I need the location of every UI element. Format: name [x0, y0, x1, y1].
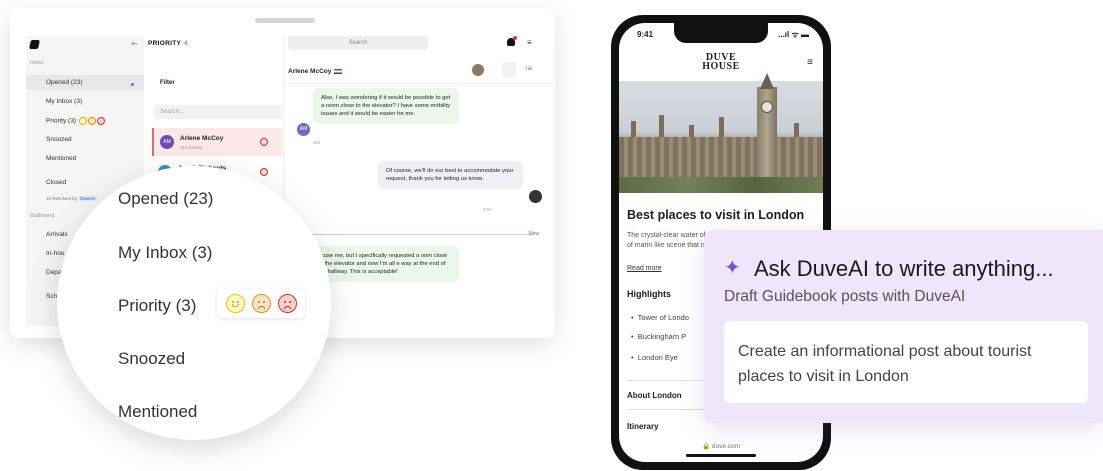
avatar: AM	[297, 123, 310, 136]
sidebar-item-my-inbox[interactable]: My Inbox (3)	[118, 243, 212, 263]
duveai-badge: DuveAI	[78, 196, 98, 201]
angry-face-icon	[96, 117, 105, 125]
angry-face-icon	[260, 168, 268, 176]
ai-card-subtitle: Draft Guidebook posts with DuveAI	[724, 288, 966, 305]
list-item: • Buckingham P	[631, 332, 687, 341]
sidebar-item-priority[interactable]: Priority (3)	[118, 296, 196, 316]
new-label: New	[529, 231, 540, 237]
message-bubble-host: Of course, we'll do our best to accommod…	[378, 161, 523, 189]
new-messages-divider	[310, 234, 532, 235]
list-search-input[interactable]: Search...	[154, 105, 282, 119]
unread-dot	[131, 83, 134, 86]
ai-card-title: Ask DuveAI to write anything...	[754, 256, 1054, 281]
sidebar-item-opened[interactable]: Opened (23)	[118, 189, 213, 209]
photo-spire	[659, 115, 664, 137]
sparkles-icon: ✦	[724, 257, 741, 279]
filter-button[interactable]: Filter	[160, 80, 175, 86]
home-indicator	[686, 454, 756, 457]
conversation-name: Arlene McCoy	[180, 135, 224, 142]
conversation-meta: 214 Deluxe	[180, 145, 203, 150]
photo-tower-top	[760, 73, 774, 89]
list-item: • London Eye	[631, 353, 678, 362]
avatar: AM	[160, 135, 174, 149]
agent-avatar[interactable]	[472, 64, 484, 76]
collapse-sidebar-icon[interactable]: ⇤	[131, 39, 138, 48]
angry-face-icon	[278, 294, 297, 313]
london-photo	[619, 73, 823, 193]
message-time: 47m	[483, 207, 492, 212]
photo-clock-face	[761, 101, 773, 113]
chat-contact-name: Arlene McCoy	[288, 68, 343, 75]
top-search-input[interactable]: Search	[288, 36, 428, 50]
photo-spire	[631, 121, 636, 137]
read-more-link[interactable]: Read more	[627, 265, 662, 272]
sidebar-item-priority[interactable]: Priority (3)	[46, 117, 105, 125]
photo-spire	[719, 117, 724, 137]
neutral-face-icon	[87, 117, 96, 125]
sad-face-icon	[252, 294, 271, 313]
status-icons: ...ıl ᯤ ▬	[778, 30, 809, 39]
sidebar-active-bg	[26, 75, 144, 90]
article-title: Best places to visit in London	[627, 208, 805, 222]
happy-face-icon	[78, 117, 87, 125]
sidebar-item-in-house[interactable]: In-hou	[46, 250, 64, 257]
angry-face-icon	[260, 138, 268, 146]
photo-spire	[689, 125, 694, 137]
itinerary-link[interactable]: Itinerary	[627, 422, 659, 431]
sidebar-item-opened[interactable]: Opened (23)	[46, 79, 83, 86]
status-time: 9:41	[637, 30, 654, 39]
closed-subtext: 12 Resolved by DuveAI	[46, 196, 98, 201]
url-bar[interactable]: 🔒 duve.com	[619, 442, 823, 450]
sidebar-item-scheduled[interactable]: Sch	[46, 293, 57, 300]
divider	[284, 83, 555, 84]
menu-icon[interactable]: ≡	[527, 38, 532, 47]
sidebar-item-snoozed[interactable]: Snoozed	[46, 136, 72, 143]
sidebar-item-mentioned[interactable]: Mentioned	[46, 155, 76, 162]
sidebar-item-snoozed[interactable]: Snoozed	[118, 349, 185, 369]
sidebar-item-arrivals[interactable]: Arrivals	[46, 231, 68, 238]
inbox-section-label: Inbox	[30, 60, 44, 66]
sentiment-faces	[217, 289, 305, 318]
conversation-row[interactable]: AM Arlene McCoy 214 Deluxe	[152, 128, 282, 156]
about-london-link[interactable]: About London	[627, 391, 682, 400]
list-item: • Tower of Londo	[631, 313, 689, 322]
list-title: PRIORITY 4	[148, 40, 189, 47]
duve-house-logo: DUVE HOUSE	[702, 52, 740, 72]
message-bubble-guest: Also, I was wondering if it would be pos…	[313, 88, 459, 124]
window-handle	[255, 18, 315, 23]
sidebar-item-closed[interactable]: Closed	[46, 179, 66, 186]
us-flag-icon	[334, 68, 343, 74]
sidebar-item-my-inbox[interactable]: My Inbox (3)	[46, 98, 82, 105]
phone-notch	[674, 23, 768, 43]
highlights-heading: Highlights	[627, 289, 671, 299]
host-avatar	[529, 190, 542, 203]
magnifier-lens: Opened (23) My Inbox (3) Priority (3) Sn…	[57, 166, 331, 440]
outbound-section-label: Outbound	[30, 213, 55, 219]
duve-logo-icon	[29, 40, 40, 49]
sidebar-item-label: Priority (3)	[46, 117, 76, 125]
notification-dot	[513, 36, 517, 40]
list-count: 4	[184, 40, 189, 47]
photo-trees	[619, 177, 823, 193]
list-icon[interactable]: ⁝≡	[525, 64, 532, 73]
panel-toggle-button[interactable]	[502, 62, 516, 78]
message-time: 11h	[313, 140, 321, 145]
sidebar-item-mentioned[interactable]: Mentioned	[118, 402, 197, 422]
hamburger-menu-icon[interactable]: ≡	[807, 57, 813, 68]
duveai-card: ✦ Ask DuveAI to write anything... Draft …	[704, 230, 1103, 423]
message-bubble-guest: xcuse me, but I specifically requested a…	[310, 246, 459, 282]
ai-prompt-input[interactable]: Create an informational post about touri…	[724, 321, 1088, 403]
happy-face-icon	[226, 294, 245, 313]
photo-spire	[794, 123, 799, 137]
